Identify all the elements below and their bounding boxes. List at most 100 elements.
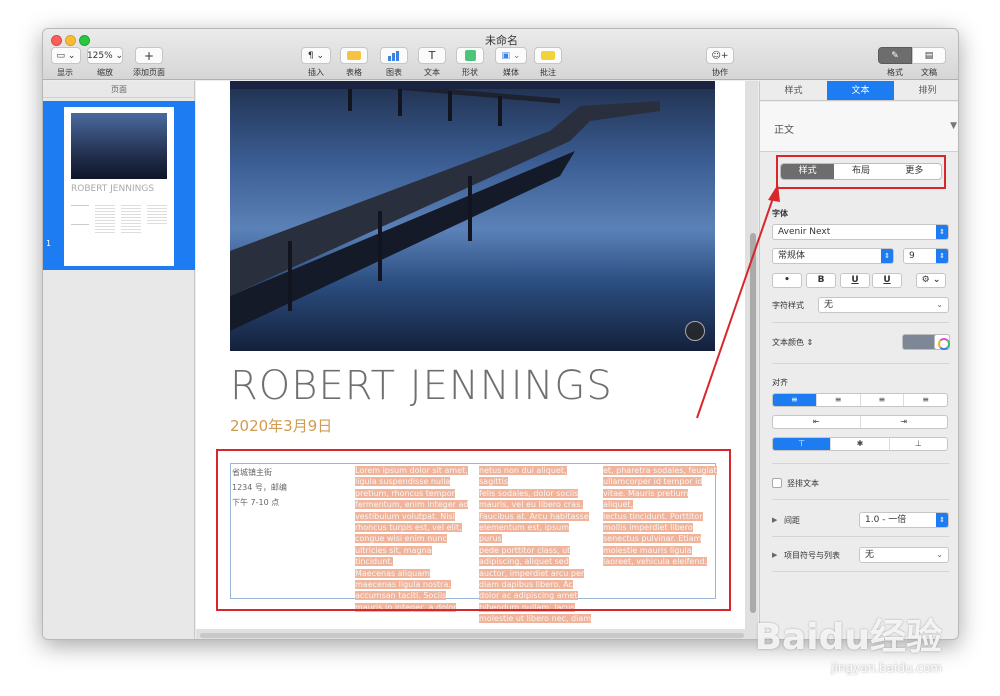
- align-left-icon[interactable]: ≡: [773, 394, 817, 406]
- sidebar-icon: ▭ ⌄: [56, 50, 76, 61]
- divider: [772, 363, 949, 364]
- stepper-arrows-icon: ⇕: [936, 225, 948, 239]
- replace-image-icon[interactable]: [685, 321, 705, 341]
- document-canvas[interactable]: ROBERT JENNINGS 2020年3月9日 省城镇主街 1234 号，邮…: [196, 81, 758, 639]
- font-weight-value: 常规体: [778, 251, 806, 261]
- chevron-down-icon: ⌄: [936, 300, 943, 309]
- thumbnail-title: ROBERT JENNINGS: [71, 184, 155, 194]
- paragraph-style-selector[interactable]: 正文 ▼: [760, 102, 958, 152]
- spacing-select[interactable]: 1.0 - 一倍 ⇕: [859, 512, 949, 528]
- add-page-button[interactable]: +: [135, 47, 163, 64]
- align-center-icon[interactable]: ≡: [817, 394, 861, 406]
- media-button[interactable]: ▣ ⌄: [495, 47, 527, 64]
- comment-button[interactable]: [534, 47, 562, 64]
- align-middle-icon[interactable]: ✱: [831, 438, 890, 450]
- font-size-value: 9: [909, 251, 915, 261]
- collaborate-label: 协作: [712, 68, 728, 77]
- text-icon: T: [428, 49, 436, 62]
- pages-pane-title: 页面: [43, 81, 195, 98]
- spacing-value: 1.0 - 一倍: [865, 515, 907, 525]
- stepper-arrows-icon: ⇕: [936, 249, 948, 263]
- bullets-select[interactable]: 无 ⌄: [859, 547, 949, 563]
- text-color-label: 文本颜色 ⇕: [772, 338, 814, 347]
- shape-button[interactable]: [456, 47, 484, 64]
- decrease-indent-icon[interactable]: ⇤: [773, 416, 861, 428]
- document-label: 文稿: [921, 68, 937, 77]
- table-icon: [347, 51, 361, 60]
- view-button[interactable]: ▭ ⌄: [51, 47, 81, 64]
- underline-button[interactable]: U: [840, 273, 870, 288]
- text-options-button[interactable]: ⚙ ⌄: [916, 273, 946, 288]
- align-justify-icon[interactable]: ≡: [904, 394, 947, 406]
- document-button[interactable]: ▤: [912, 47, 946, 64]
- window-title: 未命名: [485, 34, 518, 47]
- thumbnail-photo: [71, 113, 167, 179]
- increase-indent-icon[interactable]: ⇥: [861, 416, 948, 428]
- paragraph-icon: ¶ ⌄: [307, 50, 325, 61]
- collaborate-button[interactable]: ☺+: [706, 47, 734, 64]
- comment-label: 批注: [540, 68, 556, 77]
- plus-icon: +: [143, 48, 155, 63]
- bullets-label: 项目符号与列表: [784, 551, 840, 560]
- vertical-scrollbar[interactable]: [750, 233, 756, 613]
- pages-window: 未命名 ▭ ⌄ 显示 125% ⌄ 缩放 + 添加页面 ¶ ⌄ 插入 表格 图表…: [42, 28, 959, 640]
- char-style-select[interactable]: 无 ⌄: [818, 297, 949, 313]
- font-size-field[interactable]: 9 ⇕: [903, 248, 949, 264]
- font-family-value: Avenir Next: [778, 227, 831, 237]
- tab-text[interactable]: 文本: [827, 81, 894, 100]
- document-title[interactable]: ROBERT JENNINGS: [230, 363, 613, 409]
- page-thumbnail[interactable]: ROBERT JENNINGS: [64, 107, 174, 266]
- stepper-arrows-icon: ⇕: [881, 249, 893, 263]
- tab-arrange[interactable]: 排列: [894, 81, 958, 100]
- image-icon: ▣ ⌄: [501, 50, 521, 61]
- format-inspector: 样式 文本 排列 正文 ▼ 样式 布局 更多 字体 Avenir Next ⇕ …: [759, 81, 958, 639]
- inspector-tabs: 样式 文本 排列: [760, 81, 958, 101]
- align-top-icon[interactable]: ⊤: [773, 438, 832, 450]
- color-wheel-icon[interactable]: [934, 334, 950, 350]
- font-weight-select[interactable]: 常规体 ⇕: [772, 248, 894, 264]
- bullet-style-button[interactable]: •: [772, 273, 802, 288]
- document-page[interactable]: ROBERT JENNINGS 2020年3月9日 省城镇主街 1234 号，邮…: [196, 81, 745, 629]
- divider: [772, 463, 949, 464]
- font-family-select[interactable]: Avenir Next ⇕: [772, 224, 949, 240]
- divider: [772, 499, 949, 500]
- spacing-label: 间距: [784, 516, 800, 525]
- vertical-text-label: 竖排文本: [787, 479, 819, 488]
- format-button[interactable]: ✎: [878, 47, 912, 64]
- toolbar: 未命名 ▭ ⌄ 显示 125% ⌄ 缩放 + 添加页面 ¶ ⌄ 插入 表格 图表…: [43, 29, 958, 80]
- char-style-label: 字符样式: [772, 301, 804, 310]
- text-button[interactable]: T: [418, 47, 446, 64]
- vertical-text-checkbox[interactable]: [772, 478, 782, 488]
- text-line: molestie ut libero nec, diam: [479, 614, 592, 624]
- watermark-url: jingyan.baidu.com: [831, 661, 942, 675]
- divider: [772, 536, 949, 537]
- header-photo[interactable]: [230, 81, 715, 351]
- bold-button[interactable]: B: [806, 273, 836, 288]
- add-person-icon: ☺+: [711, 50, 729, 61]
- divider: [772, 571, 949, 572]
- vertical-alignment-buttons: ⊤ ✱ ⊥: [772, 437, 948, 451]
- double-underline-button[interactable]: U: [872, 273, 902, 288]
- tab-style[interactable]: 样式: [760, 81, 827, 100]
- table-button[interactable]: [340, 47, 368, 64]
- horizontal-scrollbar[interactable]: [200, 633, 744, 638]
- bullets-value: 无: [865, 550, 875, 560]
- divider: [772, 322, 949, 323]
- align-right-icon[interactable]: ≡: [861, 394, 905, 406]
- add-page-label: 添加页面: [133, 68, 165, 77]
- chart-button[interactable]: [380, 47, 408, 64]
- disclosure-triangle-icon[interactable]: ▶: [772, 551, 777, 559]
- align-bottom-icon[interactable]: ⊥: [890, 438, 947, 450]
- paintbrush-icon: ✎: [891, 50, 899, 61]
- paragraph-style-value: 正文: [774, 125, 794, 136]
- font-heading: 字体: [772, 209, 788, 218]
- alignment-label: 对齐: [772, 378, 788, 387]
- disclosure-triangle-icon[interactable]: ▶: [772, 516, 777, 524]
- insert-button[interactable]: ¶ ⌄: [301, 47, 331, 64]
- highlight-box-subtabs: [776, 155, 946, 189]
- zoom-value: 125%: [86, 50, 113, 61]
- document-date[interactable]: 2020年3月9日: [230, 415, 332, 436]
- horizontal-alignment-buttons: ≡ ≡ ≡ ≡: [772, 393, 948, 407]
- zoom-select[interactable]: 125% ⌄: [87, 47, 123, 64]
- shape-icon: [464, 50, 476, 61]
